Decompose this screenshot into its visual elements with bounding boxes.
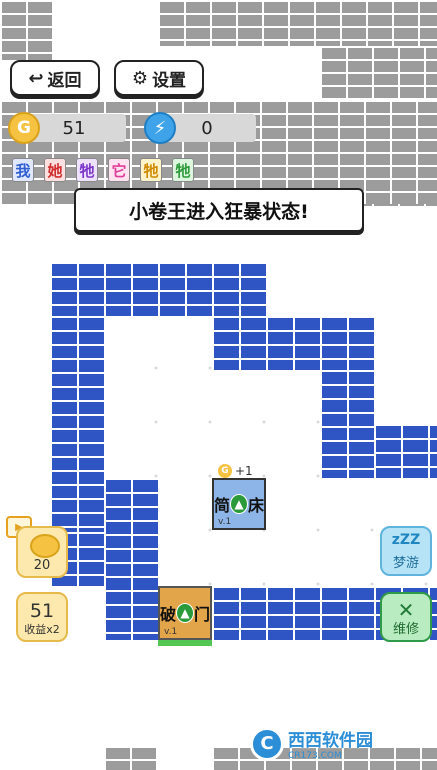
character-tag[interactable]: 我 [12, 158, 34, 182]
watermark-url: CR173.COM [288, 751, 342, 761]
video-reward-button[interactable]: 20 [16, 526, 68, 578]
bed-item[interactable]: 简 ▲ 床 v.1 [212, 478, 266, 530]
back-button[interactable]: ↩ 返回 [10, 60, 100, 96]
board-wall [374, 424, 437, 478]
character-tag[interactable]: 她 [44, 158, 66, 182]
board-wall [50, 262, 266, 316]
character-tag[interactable]: 牠 [172, 158, 194, 182]
board-wall [212, 316, 374, 370]
character-tag[interactable]: 牠 [76, 158, 98, 182]
watermark: C 西西软件园 CR173.COM [250, 726, 373, 761]
board-wall [104, 478, 158, 640]
upgrade-arrow-icon: ▲ [230, 494, 248, 514]
door-level: v.1 [164, 627, 178, 637]
collect-label: 收益x2 [24, 623, 60, 636]
gear-icon: ⚙ [131, 67, 149, 89]
watermark-text: 西西软件园 [288, 731, 373, 751]
watermark-logo-icon: C [250, 726, 284, 761]
video-reward-value: 20 [33, 558, 51, 573]
back-arrow-icon: ↩ [28, 67, 44, 89]
wrench-icon: ✕ [397, 598, 415, 622]
character-tag[interactable]: 牠 [140, 158, 162, 182]
board-floor [212, 370, 320, 478]
bonus-text: +1 [235, 464, 253, 478]
board-wall [320, 370, 374, 478]
bg-wall-top-right [158, 0, 437, 46]
bg-wall-top-left [0, 0, 52, 60]
character-tag[interactable]: 它 [108, 158, 130, 182]
back-label: 返回 [47, 70, 82, 91]
status-banner: 小卷王进入狂暴状态! [74, 188, 364, 232]
coin-value: 51 [62, 117, 86, 139]
bg-wall-bottom-1 [104, 746, 158, 770]
energy-value: 0 [201, 117, 213, 139]
settings-label: 设置 [152, 70, 187, 91]
dream-walk-button[interactable]: zZZ 梦游 [380, 526, 432, 576]
settings-button[interactable]: ⚙ 设置 [114, 60, 204, 96]
door-item[interactable]: 破 ▲ 门 v.1 [158, 586, 212, 640]
banner-text: 小卷王进入狂暴状态! [129, 200, 309, 223]
sleep-zzz-icon: zZZ [391, 532, 421, 548]
collect-double-button[interactable]: 51 收益x2 [16, 592, 68, 642]
coin-stack-icon [30, 534, 60, 558]
coin-icon: G [8, 112, 40, 144]
coin-bonus-indicator: G +1 [218, 464, 253, 478]
lightning-icon: ⚡ [144, 112, 176, 144]
coin-icon: G [218, 464, 232, 478]
upgrade-arrow-icon: ▲ [176, 603, 194, 623]
door-health-bar [158, 640, 212, 646]
collect-value: 51 [29, 600, 55, 622]
dream-label: 梦游 [392, 556, 419, 571]
board-floor [158, 478, 374, 586]
board-floor [104, 316, 212, 478]
board-wall [50, 316, 104, 532]
repair-button[interactable]: ✕ 维修 [380, 592, 432, 642]
bed-level: v.1 [218, 517, 232, 527]
